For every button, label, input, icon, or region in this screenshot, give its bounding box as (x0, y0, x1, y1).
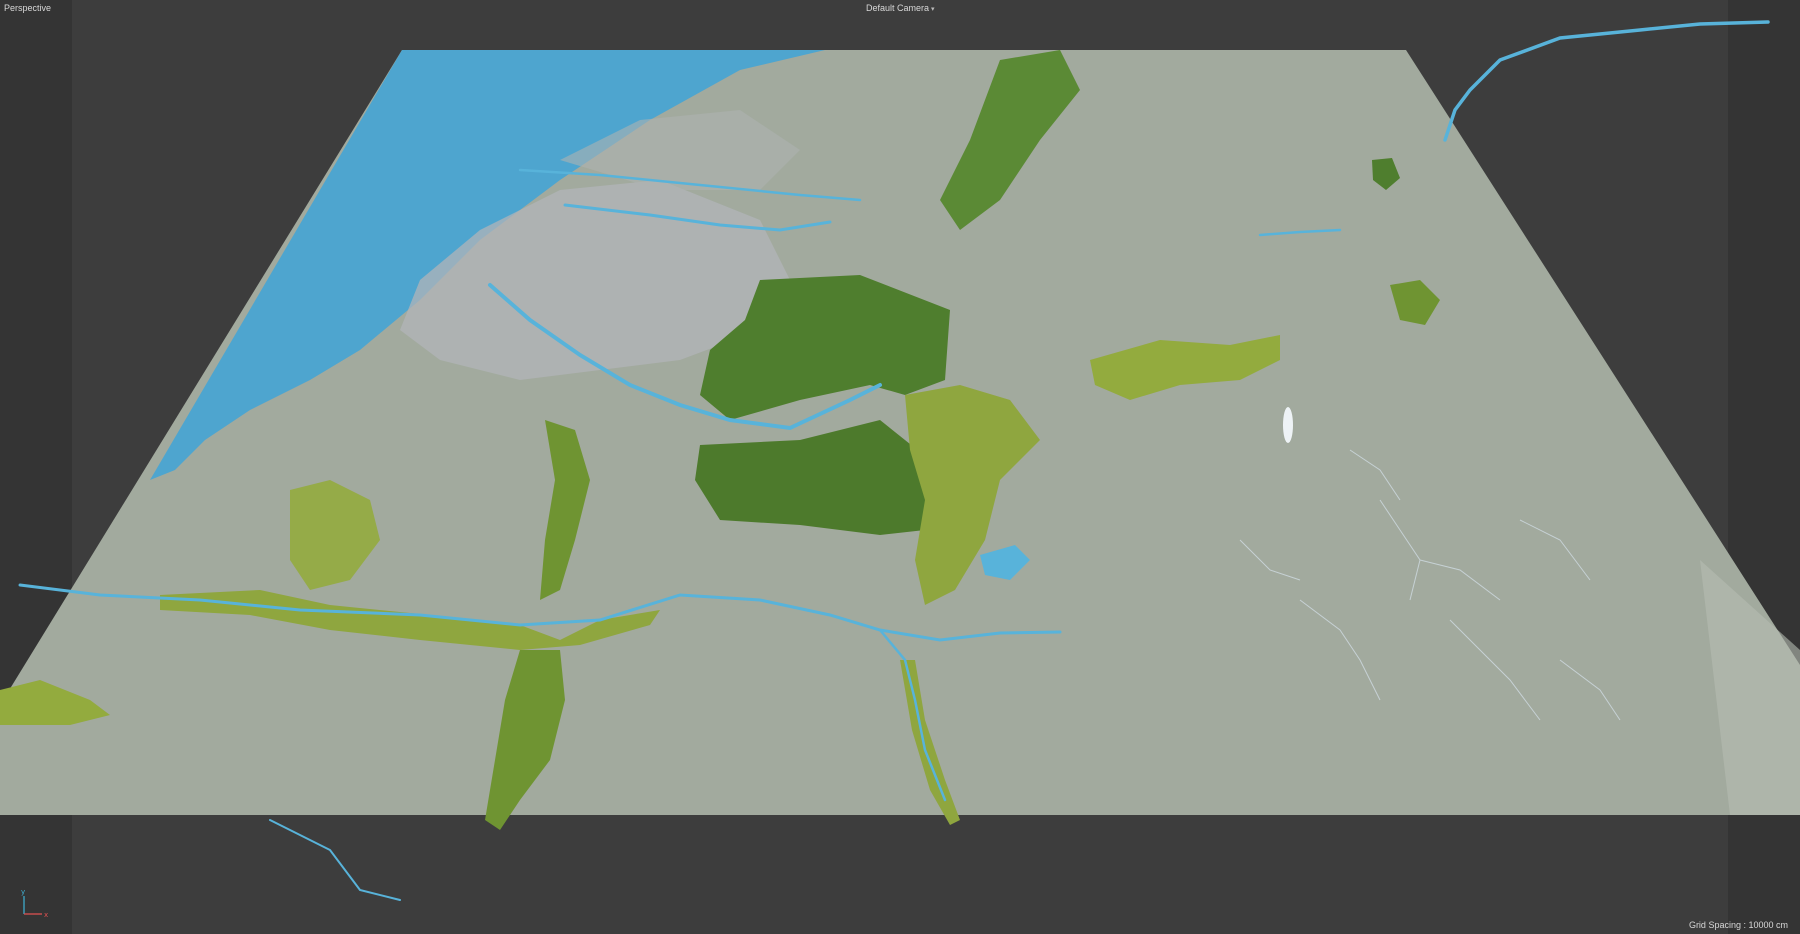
lake-east (1283, 407, 1293, 443)
view-mode-label[interactable]: Perspective (4, 3, 51, 13)
camera-selector[interactable]: Default Camera ▾ (866, 3, 935, 13)
chevron-down-icon: ▾ (931, 6, 935, 13)
axis-gizmo-icon: y x (21, 888, 48, 919)
camera-label: Default Camera (866, 3, 930, 13)
terrain-plane (0, 50, 1800, 815)
3d-viewport[interactable]: Perspective Default Camera ▾ Grid Spacing… (0, 0, 1800, 934)
axis-x-label: x (44, 911, 48, 919)
terrain-scene[interactable] (0, 0, 1800, 934)
axis-y-label: y (21, 888, 25, 896)
grid-spacing-readout: Grid Spacing : 10000 cm (1688, 920, 1788, 930)
